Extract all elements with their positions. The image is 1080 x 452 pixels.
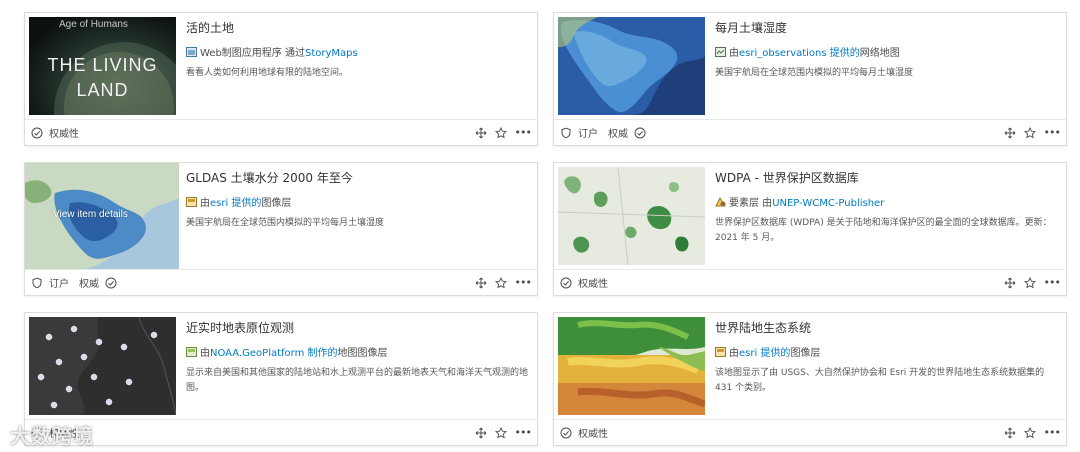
card-footer: 权威性 ••• <box>554 419 1066 445</box>
thumbnail-gldas[interactable]: View item details <box>25 163 179 269</box>
move-icon[interactable] <box>1004 127 1016 139</box>
item-description: 美国宇航局在全球范围内模拟的平均每月土壤湿度 <box>715 68 914 78</box>
owner-link[interactable]: esri_observations 提供的 <box>739 48 860 59</box>
subscriber-label: 订户 <box>578 129 598 140</box>
item-type: 由esri 提供的图像层 <box>186 197 529 211</box>
authoritative-label: 权威 <box>79 279 99 290</box>
item-title[interactable]: GLDAS 土壤水分 2000 年至今 <box>186 170 529 186</box>
card-footer: 权威性 ••• <box>25 419 537 445</box>
item-card-monthly-soil-moisture[interactable]: 每月土壤湿度 由esri_observations 提供的网络地图 美国宇航局在… <box>553 12 1067 146</box>
observation-stations-map-image <box>29 317 176 415</box>
item-card-gldas-soil-moisture[interactable]: View item details GLDAS 土壤水分 2000 年至今 由e… <box>24 162 538 296</box>
feature-layer-type-icon <box>715 196 726 207</box>
card-footer: 订户 权威 ••• <box>25 269 537 295</box>
more-options-icon[interactable]: ••• <box>515 276 532 289</box>
card-footer: 权威性 ••• <box>554 269 1066 295</box>
app-type-icon <box>186 47 197 57</box>
watermark-logo: 大数跨境 <box>10 424 94 448</box>
ecosystems-map-image <box>558 317 705 415</box>
owner-link[interactable]: StoryMaps <box>305 48 358 59</box>
owner-link[interactable]: NOAA.GeoPlatform 制作的 <box>210 348 338 359</box>
owner-link[interactable]: esri 提供的 <box>210 198 261 209</box>
item-card-living-land[interactable]: Age of Humans THE LIVING LAND 活的土地 Web制图… <box>24 12 538 146</box>
move-icon[interactable] <box>1004 427 1016 439</box>
favorite-star-icon[interactable] <box>495 427 507 439</box>
imagery-layer-type-icon <box>186 347 197 357</box>
thumb-overline: Age of Humans <box>59 19 128 30</box>
authoritative-label: 权威性 <box>49 129 79 140</box>
item-type: 由NOAA.GeoPlatform 制作的地图图像层 <box>186 347 529 361</box>
item-title[interactable]: WDPA - 世界保护区数据库 <box>715 170 1058 186</box>
more-options-icon[interactable]: ••• <box>515 126 532 139</box>
move-icon[interactable] <box>475 427 487 439</box>
item-type: Web制图应用程序 通过StoryMaps <box>186 47 529 61</box>
subscriber-shield-icon <box>560 127 572 139</box>
authoritative-check-icon <box>31 127 43 139</box>
item-title[interactable]: 每月土壤湿度 <box>715 20 1058 36</box>
card-footer: 权威性 ••• <box>25 119 537 145</box>
thumbnail-living-land[interactable]: Age of Humans THE LIVING LAND <box>29 17 176 115</box>
move-icon[interactable] <box>475 127 487 139</box>
item-description: 显示来自美国和其他国家的陆地站和水上观测平台的最新地表天气和海洋天气观测的地图。 <box>186 368 529 393</box>
authoritative-check-icon <box>560 277 572 289</box>
item-type: 要素层 由UNEP-WCMC-Publisher <box>715 196 1058 211</box>
imagery-layer-type-icon <box>186 197 197 207</box>
more-options-icon[interactable]: ••• <box>1044 126 1061 139</box>
favorite-star-icon[interactable] <box>495 127 507 139</box>
move-icon[interactable] <box>475 277 487 289</box>
thumb-title-line1: THE LIVING <box>47 55 158 75</box>
protected-areas-map-image <box>558 167 705 265</box>
item-description: 该地图显示了由 USGS、大自然保护协会和 Esri 开发的世界陆地生态系统数据… <box>715 368 1045 393</box>
more-options-icon[interactable]: ••• <box>1044 276 1061 289</box>
favorite-star-icon[interactable] <box>1024 127 1036 139</box>
thumb-title-line2: LAND <box>76 80 129 100</box>
authoritative-check-icon <box>560 427 572 439</box>
item-card-terrestrial-ecosystems[interactable]: 世界陆地生态系统 由esri 提供的图像层 该地图显示了由 USGS、大自然保护… <box>553 312 1067 446</box>
item-type: 由esri_observations 提供的网络地图 <box>715 47 1058 61</box>
favorite-star-icon[interactable] <box>1024 277 1036 289</box>
subscriber-shield-icon <box>31 277 43 289</box>
more-options-icon[interactable]: ••• <box>515 426 532 439</box>
authoritative-label: 权威性 <box>578 279 608 290</box>
imagery-layer-type-icon <box>715 347 726 357</box>
authoritative-label: 权威 <box>608 129 628 140</box>
thumbnail-surface-observations[interactable] <box>29 317 176 415</box>
authoritative-check-icon <box>105 277 117 289</box>
thumbnail-wdpa[interactable] <box>558 167 705 265</box>
item-type: 由esri 提供的图像层 <box>715 347 1058 361</box>
webmap-type-icon <box>715 47 726 57</box>
item-description: 看看人类如何利用地球有限的陆地空间。 <box>186 68 349 78</box>
favorite-star-icon[interactable] <box>495 277 507 289</box>
south-america-map-image <box>558 17 705 115</box>
favorite-star-icon[interactable] <box>1024 427 1036 439</box>
item-card-wdpa[interactable]: WDPA - 世界保护区数据库 要素层 由UNEP-WCMC-Publisher… <box>553 162 1067 296</box>
view-item-details-overlay[interactable]: View item details <box>53 209 128 220</box>
thumbnail-ecosystems[interactable] <box>558 317 705 415</box>
item-title[interactable]: 世界陆地生态系统 <box>715 320 1058 336</box>
item-card-surface-observations[interactable]: 近实时地表原位观测 由NOAA.GeoPlatform 制作的地图图像层 显示来… <box>24 312 538 446</box>
more-options-icon[interactable]: ••• <box>1044 426 1061 439</box>
authoritative-check-icon <box>634 127 646 139</box>
owner-link[interactable]: esri 提供的 <box>739 348 790 359</box>
item-title[interactable]: 近实时地表原位观测 <box>186 320 529 336</box>
item-description: 美国宇航局在全球范围内模拟的平均每月土壤湿度 <box>186 218 385 228</box>
item-title[interactable]: 活的土地 <box>186 20 529 36</box>
item-description: 世界保护区数据库 (WDPA) 是关于陆地和海洋保护区的最全面的全球数据库。更新… <box>715 218 1052 243</box>
subscriber-label: 订户 <box>49 279 69 290</box>
card-footer: 订户 权威 ••• <box>554 119 1066 145</box>
move-icon[interactable] <box>1004 277 1016 289</box>
owner-link[interactable]: UNEP-WCMC-Publisher <box>772 198 884 209</box>
thumbnail-soil-moisture[interactable] <box>558 17 705 115</box>
authoritative-label: 权威性 <box>578 429 608 440</box>
